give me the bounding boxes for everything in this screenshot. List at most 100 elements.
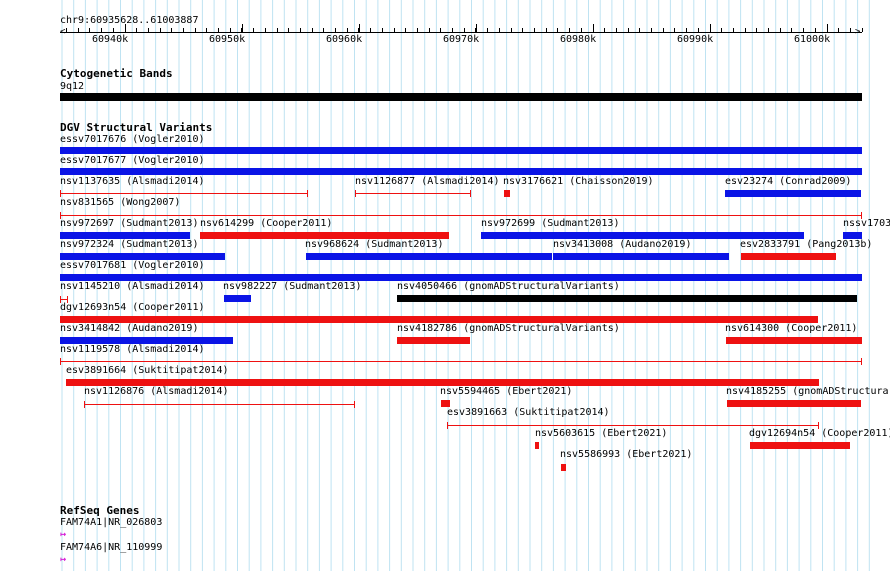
dgv-feature-label[interactable]: nsv5603615 (Ebert2021)	[535, 428, 667, 440]
dgv-feature-bar[interactable]	[504, 190, 510, 197]
cytoband-bar[interactable]	[60, 93, 862, 101]
dgv-feature-label[interactable]: nsv1119578 (Alsmadi2014)	[60, 344, 205, 356]
dgv-feature-label[interactable]: nssv1703	[843, 218, 890, 230]
dgv-feature-label[interactable]: nsv972699 (Sudmant2013)	[481, 218, 619, 230]
dgv-feature-label[interactable]: nsv614300 (Cooper2011)	[725, 323, 857, 335]
ruler-minor-tick	[300, 28, 301, 32]
dgv-feature-label[interactable]: essv7017677 (Vogler2010)	[60, 155, 205, 167]
dgv-feature-label[interactable]: nsv5586993 (Ebert2021)	[560, 449, 692, 461]
dgv-feature-label[interactable]: nsv972324 (Sudmant2013)	[60, 239, 198, 251]
ruler-minor-tick	[230, 28, 231, 32]
track-title-refseq: RefSeq Genes	[60, 504, 140, 517]
dgv-feature-label[interactable]: nsv968624 (Sudmant2013)	[305, 239, 443, 251]
ruler-minor-tick	[148, 28, 149, 32]
dgv-feature-label[interactable]: essv7017676 (Vogler2010)	[60, 134, 205, 146]
ruler-minor-tick	[335, 28, 336, 32]
ruler-tick-label: 60960k	[326, 34, 363, 45]
dgv-feature-bar[interactable]	[481, 232, 804, 239]
dgv-feature-bar[interactable]	[60, 316, 818, 323]
dgv-feature-label[interactable]: esv2833791 (Pang2013b)	[740, 239, 872, 251]
dgv-feature-bar[interactable]	[726, 337, 862, 344]
dgv-feature-label[interactable]: nsv3176621 (Chaisson2019)	[503, 176, 654, 188]
dgv-feature-end-tick	[861, 358, 862, 365]
dgv-feature-label[interactable]: nsv3414842 (Audano2019)	[60, 323, 198, 335]
ruler-minor-tick	[101, 28, 102, 32]
dgv-feature-line[interactable]	[84, 404, 355, 405]
dgv-feature-line[interactable]	[60, 361, 862, 362]
ruler-minor-tick	[745, 28, 746, 32]
dgv-feature-label[interactable]: dgv12693n54 (Cooper2011)	[60, 302, 205, 314]
dgv-feature-label[interactable]: nsv4050466 (gnomADStructuralVariants)	[397, 281, 620, 293]
dgv-feature-bar[interactable]	[60, 168, 862, 175]
dgv-feature-bar[interactable]	[843, 232, 862, 239]
ruler-tick-label: 60990k	[677, 34, 714, 45]
dgv-feature-bar[interactable]	[60, 337, 233, 344]
dgv-feature-label[interactable]: nsv614299 (Cooper2011)	[200, 218, 332, 230]
dgv-feature-bar[interactable]	[60, 253, 225, 260]
dgv-feature-bar[interactable]	[553, 253, 729, 260]
dgv-feature-label[interactable]: nsv4182786 (gnomADStructuralVariants)	[397, 323, 620, 335]
dgv-feature-bar[interactable]	[727, 400, 861, 407]
dgv-feature-bar[interactable]	[441, 400, 450, 407]
dgv-feature-bar[interactable]	[397, 337, 470, 344]
dgv-feature-bar[interactable]	[200, 232, 449, 239]
ruler-minor-tick	[569, 28, 570, 32]
dgv-feature-bar[interactable]	[224, 295, 251, 302]
dgv-feature-label[interactable]: nsv972697 (Sudmant2013)	[60, 218, 198, 230]
dgv-feature-label[interactable]: nsv982227 (Sudmant2013)	[223, 281, 361, 293]
dgv-feature-bar[interactable]	[60, 274, 862, 281]
dgv-feature-bar[interactable]	[750, 442, 850, 449]
ruler-minor-tick	[464, 28, 465, 32]
ruler-minor-tick	[405, 28, 406, 32]
ruler-minor-tick	[171, 28, 172, 32]
dgv-feature-bar[interactable]	[561, 464, 566, 471]
gene-strand-arrow-icon[interactable]: ↦	[60, 529, 66, 541]
dgv-feature-bar[interactable]	[535, 442, 539, 449]
dgv-feature-label[interactable]: esv3891664 (Suktitipat2014)	[66, 365, 229, 377]
dgv-feature-line[interactable]	[447, 425, 819, 426]
dgv-feature-label[interactable]: nsv3413008 (Audano2019)	[553, 239, 691, 251]
ruler-minor-tick	[394, 28, 395, 32]
ruler-minor-tick	[417, 28, 418, 32]
gene-label-fam74a1[interactable]: FAM74A1|NR_026803	[60, 517, 162, 529]
ruler-minor-tick	[160, 28, 161, 32]
dgv-feature-label[interactable]: esv3891663 (Suktitipat2014)	[447, 407, 610, 419]
ruler-minor-tick	[358, 28, 359, 32]
dgv-feature-label[interactable]: nsv5594465 (Ebert2021)	[440, 386, 572, 398]
dgv-feature-bar[interactable]	[397, 295, 857, 302]
dgv-feature-label[interactable]: esv23274 (Conrad2009)	[725, 176, 851, 188]
dgv-feature-line[interactable]	[60, 215, 862, 216]
ruler-minor-tick	[511, 28, 512, 32]
dgv-feature-line[interactable]	[60, 193, 308, 194]
cytoband-label: 9q12	[60, 81, 85, 92]
dgv-feature-bar[interactable]	[60, 232, 190, 239]
dgv-feature-label[interactable]: nsv831565 (Wong2007)	[60, 197, 180, 209]
dgv-feature-bar[interactable]	[725, 190, 861, 197]
ruler-minor-tick	[604, 28, 605, 32]
dgv-feature-bar[interactable]	[741, 253, 836, 260]
ruler-minor-tick	[674, 28, 675, 32]
dgv-feature-bar[interactable]	[66, 379, 819, 386]
dgv-feature-label[interactable]: nsv1145210 (Alsmadi2014)	[60, 281, 205, 293]
dgv-feature-label[interactable]: nsv4185255 (gnomADStructura	[726, 386, 889, 398]
dgv-feature-label[interactable]: nsv1126877 (Alsmadi2014)	[355, 176, 500, 188]
dgv-feature-label[interactable]: nsv1137635 (Alsmadi2014)	[60, 176, 205, 188]
region-label: chr9:60935628..61003887	[60, 15, 199, 26]
ruler-minor-tick	[499, 28, 500, 32]
dgv-feature-label[interactable]: dgv12694n54 (Cooper2011)	[749, 428, 890, 440]
ruler-minor-tick	[113, 28, 114, 32]
gene-strand-arrow-icon[interactable]: ↦	[60, 554, 66, 566]
dgv-feature-label[interactable]: essv7017681 (Vogler2010)	[60, 260, 205, 272]
ruler-minor-tick	[288, 28, 289, 32]
ruler-minor-tick	[710, 28, 711, 32]
gene-label-fam74a6[interactable]: FAM74A6|NR_110999	[60, 542, 162, 554]
dgv-feature-bar[interactable]	[306, 253, 552, 260]
ruler-minor-tick	[522, 28, 523, 32]
dgv-feature-bar[interactable]	[60, 147, 862, 154]
ruler-minor-tick	[756, 28, 757, 32]
dgv-feature-line[interactable]	[355, 193, 471, 194]
dgv-feature-label[interactable]: nsv1126876 (Alsmadi2014)	[84, 386, 229, 398]
ruler-minor-tick	[312, 28, 313, 32]
ruler-minor-tick	[803, 28, 804, 32]
track-title-cytoband: Cytogenetic Bands	[60, 67, 173, 80]
